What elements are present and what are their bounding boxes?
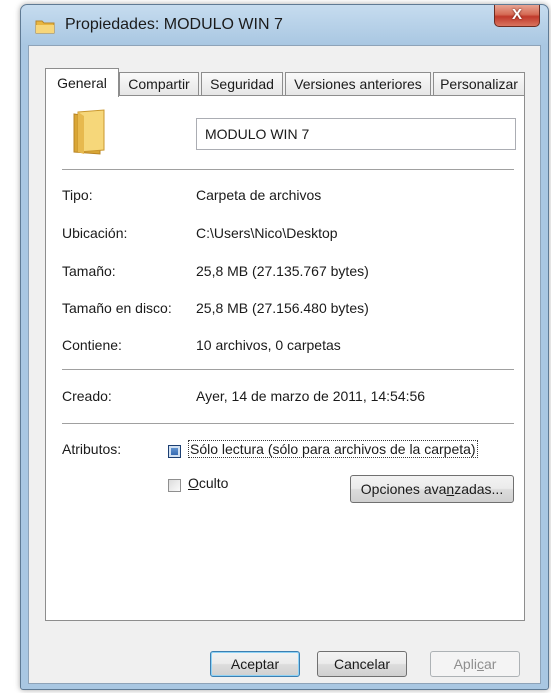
hidden-label[interactable]: Oculto <box>188 475 228 491</box>
contiene-value: 10 archivos, 0 carpetas <box>196 337 341 353</box>
folder-icon <box>70 108 110 156</box>
hidden-label-rest: culto <box>198 475 229 491</box>
advanced-options-label-post: zadas... <box>454 481 504 497</box>
tab-compartir[interactable]: Compartir <box>119 72 199 96</box>
apply-label-post: ar <box>483 656 497 672</box>
tipo-value: Carpeta de archivos <box>196 187 322 203</box>
hidden-label-accel: O <box>188 475 199 491</box>
tamano-disco-value: 25,8 MB (27.156.480 bytes) <box>196 300 369 316</box>
atributos-label: Atributos: <box>62 441 122 457</box>
readonly-checkbox[interactable] <box>168 445 181 458</box>
ubicacion-value: C:\Users\Nico\Desktop <box>196 225 338 241</box>
tab-general[interactable]: General <box>45 68 119 97</box>
tamano-disco-label: Tamaño en disco: <box>62 300 172 316</box>
window-title: Propiedades: MODULO WIN 7 <box>65 16 283 33</box>
creado-label: Creado: <box>62 388 112 404</box>
creado-value: Ayer, 14 de marzo de 2011, 14:54:56 <box>196 388 426 404</box>
apply-label-accel: c <box>476 656 484 672</box>
cancel-button[interactable]: Cancelar <box>317 651 407 677</box>
separator <box>62 423 514 424</box>
apply-label-pre: Apli <box>453 656 477 672</box>
readonly-label[interactable]: Sólo lectura (sólo para archivos de la c… <box>188 440 478 458</box>
title-bar[interactable]: Propiedades: MODULO WIN 7 X <box>21 5 548 45</box>
tamano-label: Tamaño: <box>62 263 116 279</box>
close-icon: X <box>511 6 522 23</box>
dialog-body: General Compartir Seguridad Versiones an… <box>28 45 541 684</box>
apply-button[interactable]: Aplicar <box>430 651 520 677</box>
separator <box>62 369 514 370</box>
general-panel: MODULO WIN 7 Tipo: Carpeta de archivos U… <box>45 95 525 621</box>
hidden-checkbox[interactable] <box>168 479 181 492</box>
tab-seguridad[interactable]: Seguridad <box>201 72 283 96</box>
tipo-label: Tipo: <box>62 187 93 203</box>
folder-name-field[interactable]: MODULO WIN 7 <box>196 118 516 150</box>
tab-versiones-anteriores[interactable]: Versiones anteriores <box>285 72 431 96</box>
properties-window: Propiedades: MODULO WIN 7 X General Comp… <box>20 4 549 690</box>
accept-button[interactable]: Aceptar <box>210 651 300 677</box>
close-button[interactable]: X <box>494 5 540 27</box>
separator <box>62 169 514 170</box>
advanced-options-label-pre: Opciones ava <box>360 481 447 497</box>
readonly-label-text: Sólo lectura (sólo para archivos de la c… <box>188 440 478 458</box>
contiene-label: Contiene: <box>62 337 122 353</box>
ubicacion-label: Ubicación: <box>62 225 128 241</box>
advanced-options-button[interactable]: Opciones avanzadas... <box>350 475 514 503</box>
tab-personalizar[interactable]: Personalizar <box>433 72 525 96</box>
tamano-value: 25,8 MB (27.135.767 bytes) <box>196 263 369 279</box>
folder-icon <box>35 18 55 34</box>
